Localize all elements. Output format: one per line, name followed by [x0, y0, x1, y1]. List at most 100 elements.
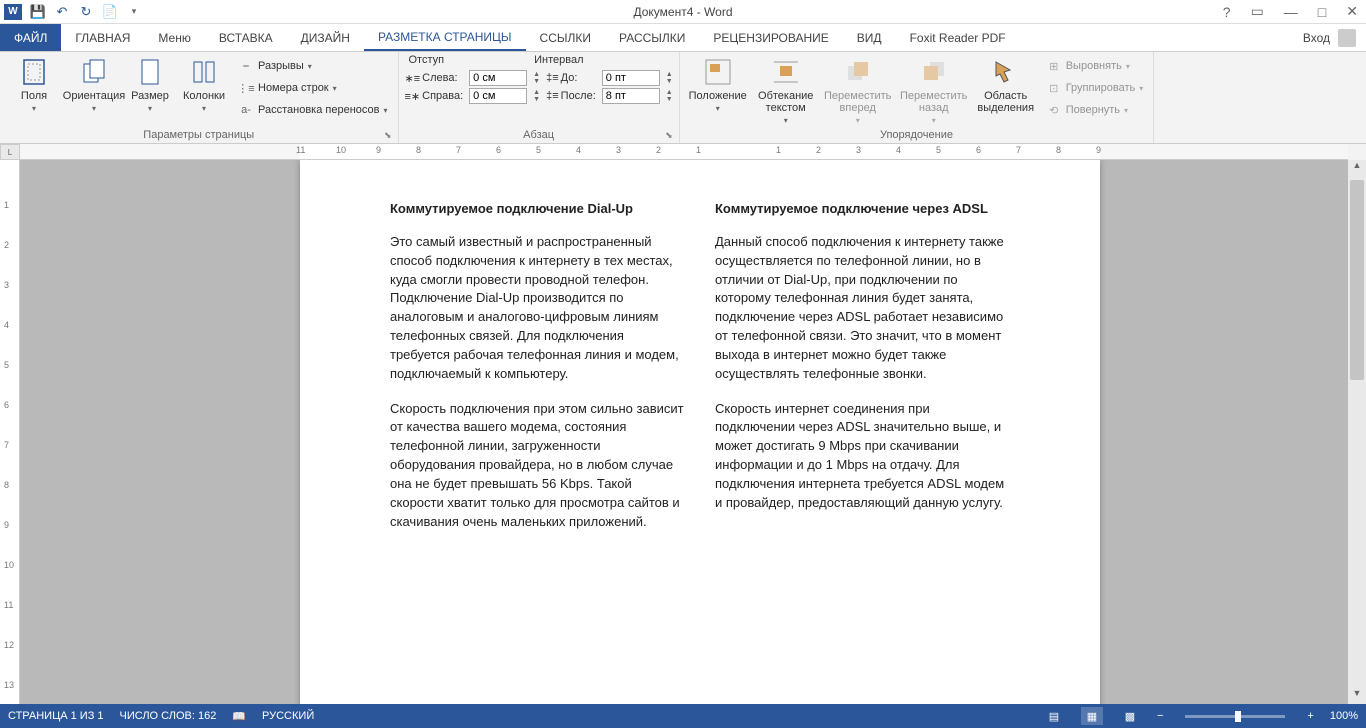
margins-button[interactable]: Поля ▾ — [6, 54, 62, 115]
spin-up-icon[interactable]: ▲ — [666, 89, 673, 96]
indent-left-input[interactable] — [469, 70, 527, 86]
status-language[interactable]: РУССКИЙ — [262, 710, 314, 722]
qat-dropdown-icon[interactable]: ▾ — [126, 4, 142, 20]
page[interactable]: Коммутируемое подключение Dial-Up Это са… — [300, 160, 1100, 704]
status-page[interactable]: СТРАНИЦА 1 ИЗ 1 — [8, 710, 104, 722]
column-2: Коммутируемое подключение через ADSL Дан… — [715, 200, 1010, 548]
view-print-layout-icon[interactable]: ▦ — [1081, 707, 1103, 725]
spacing-after-label: ‡≡После: — [546, 90, 596, 102]
selection-pane-icon — [990, 56, 1022, 88]
align-button[interactable]: ⊞Выровнять▾ — [1042, 56, 1148, 76]
spin-up-icon[interactable]: ▲ — [666, 71, 673, 78]
tab-references[interactable]: ССЫЛКИ — [526, 24, 605, 51]
spin-down-icon[interactable]: ▼ — [666, 78, 673, 85]
zoom-level[interactable]: 100% — [1330, 710, 1358, 722]
horizontal-ruler[interactable]: 1110987654321123456789 — [20, 144, 1348, 160]
indent-right-label: ≡∗Справа: — [405, 90, 464, 103]
spacing-after-icon: ‡≡ — [546, 90, 559, 102]
orientation-icon — [78, 56, 110, 88]
spacing-after-input[interactable] — [602, 88, 660, 104]
spacing-before-label: ‡≡До: — [546, 72, 596, 84]
scrollbar-thumb[interactable] — [1350, 180, 1364, 380]
tab-insert[interactable]: ВСТАВКА — [205, 24, 287, 51]
minimize-icon[interactable]: — — [1280, 4, 1302, 20]
status-word-count[interactable]: ЧИСЛО СЛОВ: 162 — [120, 710, 217, 722]
signin-link[interactable]: Вход — [1303, 31, 1330, 45]
columns-button[interactable]: Колонки ▾ — [178, 54, 230, 115]
redo-icon[interactable]: ↻ — [78, 4, 94, 20]
tab-view[interactable]: ВИД — [843, 24, 896, 51]
columns-icon — [188, 56, 220, 88]
column-1: Коммутируемое подключение Dial-Up Это са… — [390, 200, 685, 548]
selection-pane-button[interactable]: Область выделения — [974, 54, 1038, 116]
hyphenation-button[interactable]: a-Расстановка переносов▾ — [234, 100, 392, 120]
col2-heading: Коммутируемое подключение через ADSL — [715, 200, 1010, 219]
position-icon — [702, 56, 734, 88]
indent-right-input[interactable] — [469, 88, 527, 104]
user-avatar-icon[interactable] — [1338, 29, 1356, 47]
margins-icon — [18, 56, 50, 88]
line-numbers-button[interactable]: ⋮≡Номера строк▾ — [234, 78, 392, 98]
word-app-icon: W — [4, 4, 22, 20]
col2-para2: Скорость интернет соединения при подключ… — [715, 400, 1010, 513]
tab-review[interactable]: РЕЦЕНЗИРОВАНИЕ — [699, 24, 842, 51]
spin-down-icon[interactable]: ▼ — [533, 96, 540, 103]
undo-icon[interactable]: ↶ — [54, 4, 70, 20]
document-title: Документ4 - Word — [633, 5, 732, 19]
tab-menu[interactable]: Меню — [144, 24, 204, 51]
tab-page-layout[interactable]: РАЗМЕТКА СТРАНИЦЫ — [364, 24, 526, 51]
spin-down-icon[interactable]: ▼ — [666, 96, 673, 103]
indent-left-icon: ∗≡ — [405, 72, 421, 85]
bring-forward-icon — [842, 56, 874, 88]
orientation-button[interactable]: Ориентация ▾ — [66, 54, 122, 115]
zoom-in-icon[interactable]: + — [1307, 710, 1313, 722]
wrap-text-button[interactable]: Обтекание текстом▾ — [754, 54, 818, 127]
maximize-icon[interactable]: □ — [1314, 4, 1330, 20]
spacing-before-input[interactable] — [602, 70, 660, 86]
line-numbers-icon: ⋮≡ — [238, 80, 254, 96]
send-backward-button[interactable]: Переместить назад▾ — [898, 54, 970, 127]
indent-left-label: ∗≡Слева: — [405, 72, 464, 85]
title-bar: W 💾 ↶ ↻ 📄 ▾ Документ4 - Word ? ▭ — □ ✕ — [0, 0, 1366, 24]
help-icon[interactable]: ? — [1219, 4, 1235, 20]
breaks-button[interactable]: ⎯Разрывы▾ — [234, 56, 392, 76]
ribbon: Поля ▾ Ориентация ▾ Размер ▾ Колонки ▾ ⎯… — [0, 52, 1366, 144]
vertical-ruler[interactable]: 12345678910111213 — [0, 160, 20, 704]
send-backward-icon — [918, 56, 950, 88]
group-icon: ⊡ — [1046, 80, 1062, 96]
new-doc-icon[interactable]: 📄 — [102, 4, 118, 20]
spin-up-icon[interactable]: ▲ — [533, 71, 540, 78]
page-setup-launcher-icon[interactable]: ⬊ — [384, 130, 392, 141]
spacing-header: Интервал — [534, 54, 583, 66]
tab-mailings[interactable]: РАССЫЛКИ — [605, 24, 699, 51]
save-icon[interactable]: 💾 — [30, 4, 46, 20]
scroll-up-icon[interactable]: ▲ — [1348, 160, 1366, 176]
ribbon-options-icon[interactable]: ▭ — [1247, 3, 1268, 20]
tab-foxit[interactable]: Foxit Reader PDF — [896, 24, 1020, 51]
group-objects-button[interactable]: ⊡Группировать▾ — [1042, 78, 1148, 98]
group-paragraph: Отступ Интервал ∗≡Слева: ▲▼ ‡≡До: ▲▼ ≡∗С… — [399, 52, 680, 143]
size-button[interactable]: Размер ▾ — [126, 54, 174, 115]
ruler-corner: L — [0, 144, 20, 160]
zoom-out-icon[interactable]: − — [1157, 710, 1163, 722]
zoom-slider-handle[interactable] — [1235, 711, 1241, 722]
tab-home[interactable]: ГЛАВНАЯ — [61, 24, 144, 51]
close-icon[interactable]: ✕ — [1342, 3, 1362, 20]
tab-file[interactable]: ФАЙЛ — [0, 24, 61, 51]
scroll-down-icon[interactable]: ▼ — [1348, 688, 1366, 704]
position-button[interactable]: Положение▾ — [686, 54, 750, 115]
view-web-layout-icon[interactable]: ▩ — [1119, 707, 1141, 725]
rotate-button[interactable]: ⟲Повернуть▾ — [1042, 100, 1148, 120]
vertical-scrollbar[interactable]: ▲ ▼ — [1348, 160, 1366, 704]
spin-up-icon[interactable]: ▲ — [533, 89, 540, 96]
indent-right-icon: ≡∗ — [405, 90, 421, 103]
view-read-mode-icon[interactable]: ▤ — [1043, 707, 1065, 725]
tab-design[interactable]: ДИЗАЙН — [287, 24, 364, 51]
paragraph-launcher-icon[interactable]: ⬊ — [665, 130, 673, 141]
group-paragraph-label: Абзац — [523, 129, 554, 141]
bring-forward-button[interactable]: Переместить вперед▾ — [822, 54, 894, 127]
spin-down-icon[interactable]: ▼ — [533, 78, 540, 85]
proofing-icon[interactable]: 📖 — [232, 710, 246, 723]
zoom-slider[interactable] — [1185, 715, 1285, 718]
document-area[interactable]: Коммутируемое подключение Dial-Up Это са… — [20, 160, 1366, 704]
